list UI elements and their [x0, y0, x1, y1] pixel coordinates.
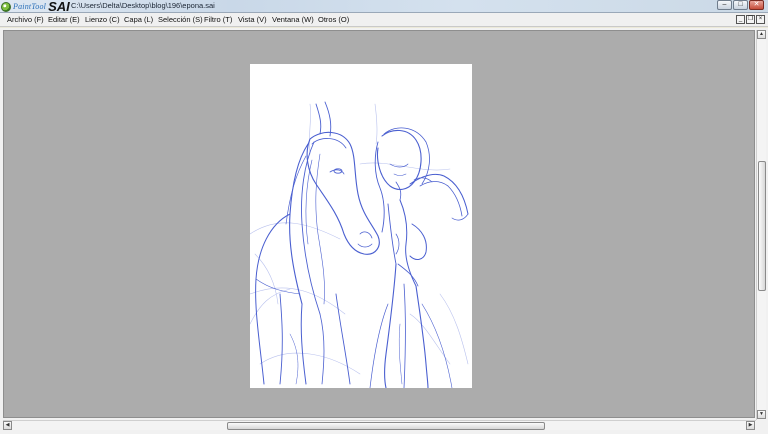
window-maximize-button[interactable]: □ [733, 0, 748, 10]
logo-large-text: SAI [48, 0, 70, 14]
window-minimize-button[interactable]: – [717, 0, 732, 10]
menu-seleccion[interactable]: Selección (S) [158, 15, 203, 24]
menu-editar[interactable]: Editar (E) [48, 15, 80, 24]
document-close-button[interactable]: × [756, 15, 765, 24]
drawing-canvas[interactable] [250, 64, 472, 388]
document-window-controls: _ ❐ × [736, 15, 765, 24]
document-minimize-button[interactable]: _ [736, 15, 745, 24]
menu-capa[interactable]: Capa (L) [124, 15, 153, 24]
menu-ventana[interactable]: Ventana (W) [272, 15, 314, 24]
canvas-viewport[interactable] [3, 30, 755, 418]
vertical-scrollbar[interactable]: ▲ ▼ [756, 30, 766, 420]
menu-vista[interactable]: Vista (V) [238, 15, 267, 24]
scroll-right-arrow-icon[interactable]: ▶ [746, 421, 755, 430]
sketch-artwork [250, 101, 469, 388]
horizontal-scrollbar[interactable]: ◀ ▶ [3, 420, 756, 430]
scroll-left-arrow-icon[interactable]: ◀ [3, 421, 12, 430]
window-close-button[interactable]: ✕ [749, 0, 764, 10]
vertical-scroll-thumb[interactable] [758, 161, 766, 291]
menu-bar: Archivo (F) Editar (E) Lienzo (C) Capa (… [0, 13, 768, 27]
window-title-path: C:\Users\Delta\Desktop\blog\196\epona.sa… [71, 1, 215, 10]
menu-otros[interactable]: Otros (O) [318, 15, 349, 24]
app-logo: PaintTool SAI [1, 0, 70, 13]
horizontal-scroll-thumb[interactable] [227, 422, 545, 430]
menu-filtro[interactable]: Filtro (T) [204, 15, 232, 24]
paint-tool-sai-window: PaintTool SAI C:\Users\Delta\Desktop\blo… [0, 0, 768, 434]
window-controls: – □ ✕ [717, 0, 764, 10]
scroll-down-arrow-icon[interactable]: ▼ [757, 410, 766, 419]
title-bar[interactable]: PaintTool SAI C:\Users\Delta\Desktop\blo… [0, 0, 768, 13]
paint-tool-sai-icon [1, 1, 11, 12]
scroll-up-arrow-icon[interactable]: ▲ [757, 30, 766, 39]
workspace: ▲ ▼ ◀ ▶ [0, 28, 768, 434]
logo-small-text: PaintTool [13, 2, 47, 11]
document-restore-button[interactable]: ❐ [746, 15, 755, 24]
menu-archivo[interactable]: Archivo (F) [7, 15, 44, 24]
menu-lienzo[interactable]: Lienzo (C) [85, 15, 120, 24]
